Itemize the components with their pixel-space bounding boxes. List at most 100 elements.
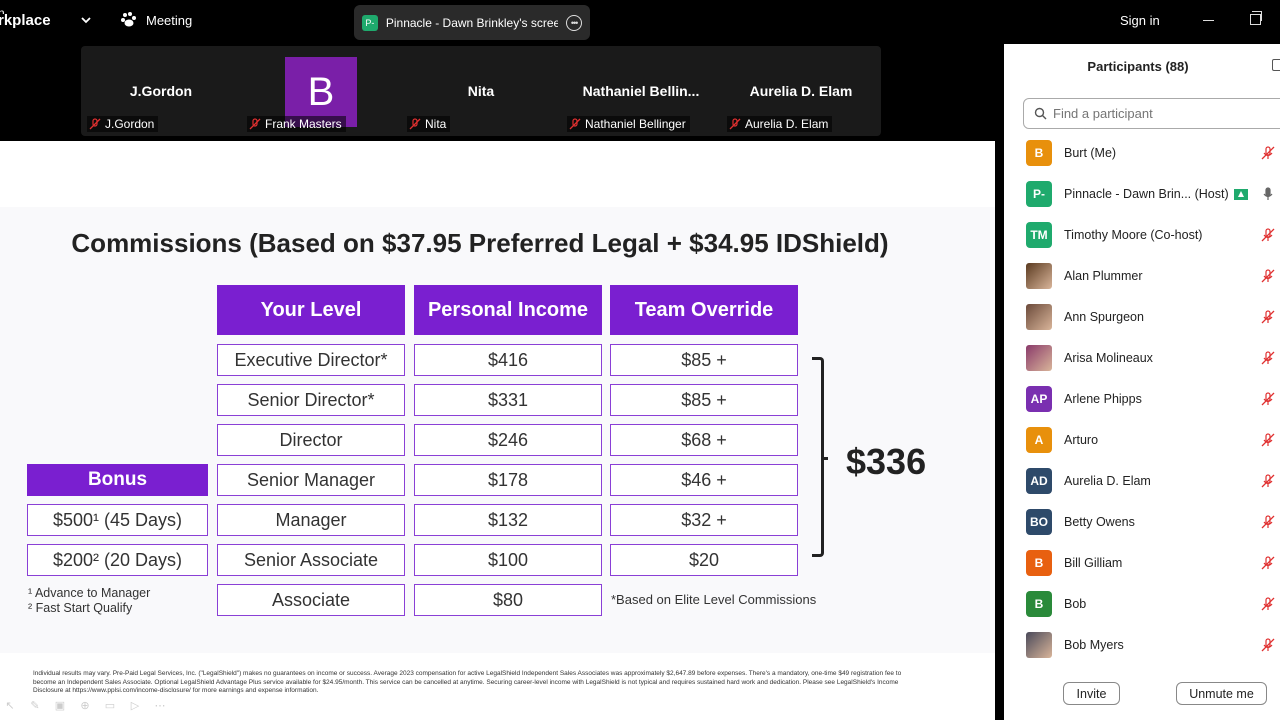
level-cell: Senior Associate <box>217 544 405 576</box>
participant-row[interactable]: Bob Myers <box>1004 624 1280 665</box>
mic-muted-icon[interactable] <box>1261 637 1275 652</box>
level-cell: Senior Director* <box>217 384 405 416</box>
minimize-icon[interactable] <box>1203 20 1214 21</box>
tile-label: Nathaniel Bellinger <box>567 116 690 132</box>
footnote: ¹ Advance to Manager <box>28 586 151 600</box>
shared-screen-slide[interactable]: Commissions (Based on $37.95 Preferred L… <box>0 141 995 720</box>
participant-name-text: Alan Plummer <box>1064 268 1143 283</box>
video-tile[interactable]: Aurelia D. Elam Aurelia D. Elam <box>721 46 881 136</box>
personal-income-cell: $178 <box>414 464 602 496</box>
video-icon[interactable]: ▷ <box>127 698 143 712</box>
more-options-icon[interactable]: ••• <box>566 14 582 31</box>
participant-row[interactable]: Ann Spurgeon <box>1004 296 1280 337</box>
participant-row[interactable]: B Bill Gilliam <box>1004 542 1280 583</box>
participant-avatar <box>1026 631 1052 658</box>
participant-name-text: Pinnacle - Dawn Brin... (Host) <box>1064 186 1229 201</box>
participant-avatar <box>1026 262 1052 289</box>
meeting-menu-button[interactable]: Meeting <box>120 11 192 29</box>
participant-name-text: Bill Gilliam <box>1064 555 1123 570</box>
bracket-tip <box>822 457 828 460</box>
restore-window-icon[interactable] <box>1250 11 1262 25</box>
sign-in-button[interactable]: Sign in <box>1120 13 1160 28</box>
unmute-me-button[interactable]: Unmute me <box>1176 682 1267 705</box>
video-tile[interactable]: B Frank Masters <box>247 46 421 136</box>
participant-name: Arlene Phipps <box>1064 392 1142 406</box>
pointer-icon[interactable]: ↖ <box>2 698 18 712</box>
pen-icon[interactable]: ✎ <box>27 698 43 712</box>
lock-icon[interactable]: ▣ <box>52 698 68 712</box>
mic-muted-icon[interactable] <box>1261 227 1275 242</box>
participant-row[interactable]: B Bob <box>1004 583 1280 624</box>
slide-title: Commissions (Based on $37.95 Preferred L… <box>71 228 889 258</box>
mic-muted-icon[interactable] <box>1261 145 1275 160</box>
participant-row[interactable]: A Arturo <box>1004 419 1280 460</box>
participant-name-text: Burt (Me) <box>1064 145 1117 160</box>
more-icon[interactable]: ⋯ <box>152 698 168 712</box>
mic-muted-icon[interactable] <box>1261 596 1275 611</box>
find-participant-field[interactable] <box>1023 98 1280 129</box>
video-tile[interactable]: Nita Nita <box>401 46 561 136</box>
mic-muted-icon[interactable] <box>1261 473 1275 488</box>
header-personal-income: Personal Income <box>414 285 602 335</box>
mic-muted-icon <box>249 118 261 130</box>
participant-row[interactable]: B Burt (Me) <box>1004 132 1280 173</box>
participant-avatar: AD <box>1026 467 1052 494</box>
participant-avatar: A <box>1026 426 1052 453</box>
participant-row[interactable]: AP Arlene Phipps <box>1004 378 1280 419</box>
level-cell: Executive Director* <box>217 344 405 376</box>
save-icon[interactable]: ▭ <box>102 698 118 712</box>
mic-muted-icon[interactable] <box>1261 350 1275 365</box>
popout-icon[interactable] <box>1272 59 1280 71</box>
team-override-cell: $68 + <box>610 424 798 456</box>
mic-muted-icon[interactable] <box>1261 555 1275 570</box>
personal-income-cell: $331 <box>414 384 602 416</box>
participant-row[interactable]: BO Betty Owens <box>1004 501 1280 542</box>
participant-avatar: B <box>1026 590 1052 617</box>
search-input[interactable] <box>1053 106 1253 121</box>
tile-name: Nita <box>425 117 447 131</box>
team-override-cell: $46 + <box>610 464 798 496</box>
mic-on-icon[interactable] <box>1261 186 1275 201</box>
level-cell: Senior Manager <box>217 464 405 496</box>
mic-muted-icon[interactable] <box>1261 514 1275 529</box>
footnote: ² Fast Start Qualify <box>28 601 133 615</box>
participant-name: Pinnacle - Dawn Brin... (Host) <box>1064 187 1248 201</box>
participant-name: Burt (Me) <box>1064 146 1116 160</box>
team-override-cell: $85 + <box>610 384 798 416</box>
participant-row[interactable]: AD Aurelia D. Elam <box>1004 460 1280 501</box>
participant-avatar: TM <box>1026 221 1052 248</box>
participant-name: Ann Spurgeon <box>1064 310 1144 324</box>
zoom-icon[interactable]: ⊕ <box>77 698 93 712</box>
mic-muted-icon[interactable] <box>1261 391 1275 406</box>
participant-row[interactable]: Alan Plummer <box>1004 255 1280 296</box>
participant-row[interactable]: TM Timothy Moore (Co-host) <box>1004 214 1280 255</box>
participant-avatar <box>1026 303 1052 330</box>
participant-name: Arturo <box>1064 433 1098 447</box>
participant-avatar: B <box>1026 549 1052 576</box>
mic-muted-icon[interactable] <box>1261 432 1275 447</box>
chevron-down-icon[interactable] <box>80 14 92 26</box>
mic-muted-icon[interactable] <box>1261 309 1275 324</box>
participant-name: Arisa Molineaux <box>1064 351 1153 365</box>
mic-muted-icon <box>729 118 741 130</box>
invite-button[interactable]: Invite <box>1063 682 1120 705</box>
sharer-avatar: P- <box>362 14 378 31</box>
top-bar: n rkplace Meeting P- Pinnacle - Dawn Bri… <box>0 0 1280 44</box>
participant-row[interactable]: P- Pinnacle - Dawn Brin... (Host) <box>1004 173 1280 214</box>
team-override-cell: $85 + <box>610 344 798 376</box>
screen-share-indicator[interactable]: P- Pinnacle - Dawn Brinkley's screen ••• <box>354 5 590 40</box>
sharing-screen-icon <box>1233 188 1248 200</box>
bonus-cell: $500¹ (45 Days) <box>27 504 208 536</box>
participant-avatar: BO <box>1026 508 1052 535</box>
video-strip: J.Gordon J.Gordon B Frank Masters Nita N… <box>81 46 881 136</box>
personal-income-cell: $80 <box>414 584 602 616</box>
video-tile[interactable]: J.Gordon J.Gordon <box>81 46 241 136</box>
mic-muted-icon <box>89 118 101 130</box>
app-logo-line2: rkplace <box>0 12 51 29</box>
tile-name: J.Gordon <box>105 117 155 131</box>
tile-name: Aurelia D. Elam <box>745 117 829 131</box>
mic-muted-icon[interactable] <box>1261 268 1275 283</box>
header-team-override: Team Override <box>610 285 798 335</box>
participant-row[interactable]: Arisa Molineaux <box>1004 337 1280 378</box>
video-tile[interactable]: Nathaniel Bellin... Nathaniel Bellinger <box>561 46 721 136</box>
